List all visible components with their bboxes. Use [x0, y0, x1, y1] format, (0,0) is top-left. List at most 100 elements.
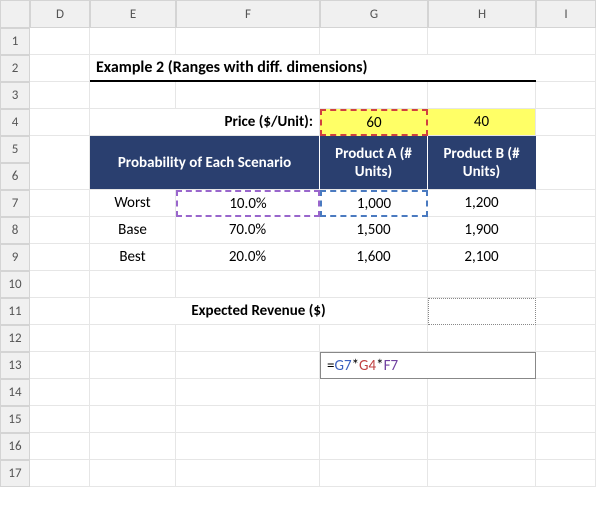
cell-f9[interactable]: 20.0% [176, 244, 320, 271]
price-label[interactable]: Price ($/Unit): [90, 109, 320, 136]
row-header-8[interactable]: 8 [0, 217, 30, 244]
cell[interactable] [320, 325, 428, 352]
row-header-3[interactable]: 3 [0, 82, 30, 109]
cell[interactable] [30, 325, 90, 352]
cell[interactable] [320, 379, 428, 406]
cell[interactable] [30, 217, 90, 244]
col-header-f[interactable]: F [176, 0, 320, 28]
row-header-15[interactable]: 15 [0, 406, 30, 433]
cell[interactable] [176, 379, 320, 406]
cell[interactable] [320, 433, 428, 460]
spreadsheet-grid[interactable]: D E F G H I 1 2 Example 2 (Ranges with d… [0, 0, 596, 487]
cell[interactable] [176, 352, 320, 379]
cell[interactable] [536, 325, 596, 352]
scenario-name-worst[interactable]: Worst [90, 190, 176, 217]
row-header-2[interactable]: 2 [0, 55, 30, 82]
expected-revenue-value[interactable] [428, 298, 536, 325]
cell[interactable] [176, 28, 320, 55]
cell[interactable] [30, 244, 90, 271]
cell[interactable] [90, 352, 176, 379]
row-header-4[interactable]: 4 [0, 109, 30, 136]
cell[interactable] [90, 28, 176, 55]
header-product-b[interactable]: Product B (# Units) [428, 136, 536, 190]
col-header-h[interactable]: H [428, 0, 536, 28]
cell[interactable] [536, 433, 596, 460]
cell[interactable] [30, 433, 90, 460]
cell[interactable] [176, 460, 320, 487]
cell[interactable] [90, 325, 176, 352]
cell[interactable] [30, 460, 90, 487]
cell[interactable] [176, 82, 320, 109]
row-header-17[interactable]: 17 [0, 460, 30, 487]
expected-revenue-label[interactable]: Expected Revenue ($) [90, 298, 428, 325]
cell[interactable] [30, 271, 90, 298]
row-header-1[interactable]: 1 [0, 28, 30, 55]
cell[interactable] [536, 460, 596, 487]
row-header-11[interactable]: 11 [0, 298, 30, 325]
cell[interactable] [428, 28, 536, 55]
cell[interactable] [176, 271, 320, 298]
cell[interactable] [428, 433, 536, 460]
cell-f7[interactable]: 10.0% [176, 190, 320, 217]
row-header-10[interactable]: 10 [0, 271, 30, 298]
cell[interactable] [536, 406, 596, 433]
cell[interactable] [536, 379, 596, 406]
header-product-a[interactable]: Product A (# Units) [320, 136, 428, 190]
cell[interactable] [176, 406, 320, 433]
cell-h9[interactable]: 2,100 [428, 244, 536, 271]
cell-g7[interactable]: 1,000 [320, 190, 428, 217]
cell[interactable] [90, 82, 176, 109]
cell[interactable] [428, 379, 536, 406]
cell[interactable] [30, 55, 90, 82]
cell[interactable] [536, 55, 596, 82]
cell-h4[interactable]: 40 [428, 109, 536, 136]
cell[interactable] [176, 433, 320, 460]
cell[interactable] [90, 460, 176, 487]
row-header-14[interactable]: 14 [0, 379, 30, 406]
formula-editing-cell[interactable]: =G7*G4*F7 [320, 352, 536, 379]
col-header-g[interactable]: G [320, 0, 428, 28]
scenario-name-best[interactable]: Best [90, 244, 176, 271]
cell[interactable] [428, 271, 536, 298]
cell[interactable] [320, 28, 428, 55]
cell-g8[interactable]: 1,500 [320, 217, 428, 244]
cell[interactable] [90, 379, 176, 406]
cell[interactable] [536, 190, 596, 217]
cell[interactable] [536, 109, 596, 136]
cell[interactable] [320, 406, 428, 433]
cell[interactable] [428, 406, 536, 433]
row-header-9[interactable]: 9 [0, 244, 30, 271]
cell[interactable] [30, 136, 90, 190]
cell-f8[interactable]: 70.0% [176, 217, 320, 244]
cell[interactable] [90, 271, 176, 298]
cell[interactable] [428, 325, 536, 352]
cell[interactable] [90, 406, 176, 433]
cell[interactable] [30, 379, 90, 406]
cell[interactable] [30, 82, 90, 109]
header-scenario[interactable]: Probability of Each Scenario [90, 136, 320, 190]
col-header-i[interactable]: I [536, 0, 596, 28]
cell[interactable] [536, 82, 596, 109]
cell[interactable] [536, 271, 596, 298]
cell[interactable] [30, 109, 90, 136]
cell[interactable] [320, 82, 428, 109]
row-header-13[interactable]: 13 [0, 352, 30, 379]
col-header-d[interactable]: D [30, 0, 90, 28]
cell[interactable] [30, 190, 90, 217]
col-header-e[interactable]: E [90, 0, 176, 28]
cell[interactable] [176, 325, 320, 352]
cell-h7[interactable]: 1,200 [428, 190, 536, 217]
select-all-corner[interactable] [0, 0, 30, 28]
row-header-16[interactable]: 16 [0, 433, 30, 460]
row-header-5[interactable]: 5 [0, 136, 30, 163]
scenario-name-base[interactable]: Base [90, 217, 176, 244]
cell[interactable] [320, 460, 428, 487]
cell[interactable] [536, 298, 596, 325]
cell[interactable] [428, 460, 536, 487]
cell[interactable] [320, 271, 428, 298]
cell[interactable] [30, 298, 90, 325]
cell[interactable] [30, 406, 90, 433]
cell-h8[interactable]: 1,900 [428, 217, 536, 244]
cell[interactable] [536, 244, 596, 271]
cell[interactable] [30, 28, 90, 55]
